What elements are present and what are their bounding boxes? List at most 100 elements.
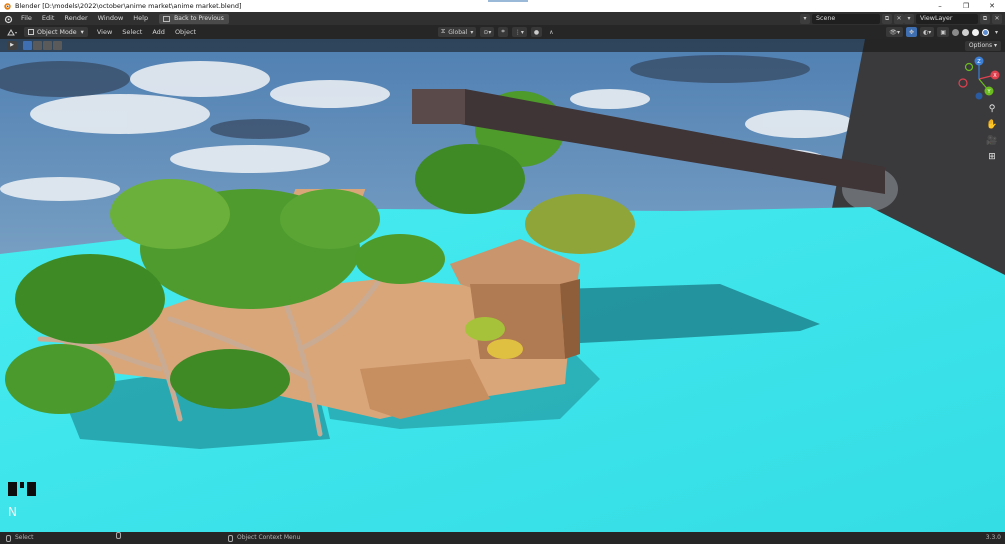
maximize-button[interactable]: ❐ (953, 0, 979, 12)
menu-file[interactable]: File (16, 12, 37, 25)
gizmo-neg-x-icon[interactable] (958, 78, 968, 88)
gizmo-z-label: Z (977, 59, 981, 65)
navigation-gizmo[interactable]: Z X Y (955, 55, 1003, 103)
wireframe-shading-icon[interactable] (951, 28, 959, 36)
chevron-down-icon: ▾ (994, 28, 998, 36)
scene-selector: ▾ Scene ⧉ ✕ (798, 13, 904, 24)
gizmo-toggle[interactable]: ✥ (906, 27, 918, 37)
title-accent (488, 0, 528, 2)
view-layer-name-field[interactable]: ViewLayer (916, 13, 978, 24)
viewport-header: Object Mode ▾ View Select Add Object ⧖ G… (0, 25, 1005, 39)
rendered-shading-icon[interactable] (981, 28, 989, 36)
remove-view-layer-icon[interactable]: ✕ (992, 13, 1002, 24)
orientation-icon: ⧖ (441, 28, 446, 35)
orientation-dropdown[interactable]: ⧖ Global ▾ (438, 27, 477, 37)
status-context-menu: Object Context Menu (228, 532, 300, 544)
header-menu-object[interactable]: Object (170, 25, 201, 39)
viewport-overlay-marks (8, 482, 36, 496)
header-menu-select[interactable]: Select (117, 25, 147, 39)
gizmo-neg-y-icon[interactable] (964, 62, 974, 72)
screen-icon (163, 15, 171, 22)
mouse-left-icon (6, 534, 11, 542)
mouse-middle-icon (116, 532, 121, 539)
viewport-navigation-buttons: ⚲ ✋ 🎥 ⊞ (985, 103, 1001, 163)
back-to-previous-button[interactable]: Back to Previous (159, 13, 229, 24)
pivot-point-dropdown[interactable]: ⊙▾ (480, 27, 495, 37)
close-button[interactable]: ✕ (979, 0, 1005, 12)
select-subtract-icon[interactable] (43, 41, 52, 50)
gizmo-neg-z-icon[interactable] (975, 92, 983, 100)
zoom-icon[interactable]: ⚲ (985, 103, 999, 115)
rendered-scene (0, 39, 1005, 532)
grid-perspective-icon[interactable]: ⊞ (985, 151, 999, 163)
header-menu-view[interactable]: View (92, 25, 117, 39)
overlay-mark-2 (20, 482, 24, 488)
chevron-down-icon: ▾ (80, 28, 84, 36)
window-controls: – ❐ ✕ (927, 0, 1005, 12)
object-mode-label: Object Mode (37, 28, 77, 36)
status-bar: Select Object Context Menu 3.3.0 (0, 532, 1005, 544)
status-middle-mouse (116, 532, 125, 539)
status-select-label: Select (15, 534, 34, 541)
snap-icon: ⌗ (501, 28, 505, 35)
blender-logo-icon (4, 3, 11, 10)
view-layer-selector: ▾ ViewLayer ⧉ ✕ (902, 13, 1002, 24)
falloff-icon: ∧ (549, 28, 554, 36)
scene-icon[interactable]: ▾ (800, 13, 810, 24)
header-menu-add[interactable]: Add (147, 25, 170, 39)
select-invert-icon[interactable] (53, 41, 62, 50)
shading-options-dropdown[interactable]: ▾ (992, 27, 1001, 37)
chevron-down-icon: ▾ (470, 28, 474, 36)
window-title-bar: Blender [D:\models\2022\october\anime ma… (0, 0, 1005, 12)
overlays-icon: ◐▾ (923, 28, 932, 36)
camera-icon[interactable]: 🎥 (985, 135, 999, 147)
overlays-toggle[interactable]: ◐▾ (920, 27, 935, 37)
menu-render[interactable]: Render (59, 12, 92, 25)
eye-icon: 👁▾ (889, 28, 901, 36)
mouse-right-icon (228, 534, 233, 542)
tool-settings-row: ▶ Options ▾ (0, 39, 1005, 52)
snap-toggle[interactable]: ⌗ (498, 27, 508, 37)
options-dropdown[interactable]: Options ▾ (964, 41, 1001, 51)
falloff-dropdown[interactable]: ∧ (546, 27, 556, 37)
viewport-shading-tools: 👁▾ ✥ ◐▾ ▣ ▾ (886, 27, 1001, 37)
pan-hand-icon[interactable]: ✋ (985, 119, 999, 131)
status-context-menu-label: Object Context Menu (237, 534, 301, 541)
transform-tools: ⧖ Global ▾ ⊙▾ ⌗ ⋮▾ ● ∧ (438, 27, 556, 37)
3d-viewport[interactable] (0, 39, 1005, 532)
menu-edit[interactable]: Edit (37, 12, 60, 25)
object-mode-icon (28, 29, 34, 35)
solid-shading-icon[interactable] (961, 28, 969, 36)
scene-name-field[interactable]: Scene (812, 13, 880, 24)
blender-menu-icon[interactable] (0, 12, 16, 25)
pivot-icon: ⊙▾ (483, 28, 492, 36)
pin-scene-icon[interactable]: ⧉ (882, 13, 892, 24)
material-shading-icon[interactable] (971, 28, 979, 36)
visibility-dropdown[interactable]: 👁▾ (886, 27, 904, 37)
minimize-button[interactable]: – (927, 0, 953, 12)
view-layer-icon[interactable]: ▾ (904, 13, 914, 24)
back-to-previous-label: Back to Previous (174, 15, 224, 22)
menu-window[interactable]: Window (93, 12, 129, 25)
add-view-layer-icon[interactable]: ⧉ (980, 13, 990, 24)
select-extend-icon[interactable] (33, 41, 42, 50)
overlay-mark-3 (27, 482, 36, 496)
toolbar-toggle-icon[interactable]: ▶ (7, 41, 17, 50)
snap-target-dropdown[interactable]: ⋮▾ (511, 27, 527, 37)
xray-toggle[interactable]: ▣ (937, 27, 949, 37)
object-mode-dropdown[interactable]: Object Mode ▾ (24, 27, 88, 37)
gizmo-icon: ✥ (909, 28, 915, 36)
top-menu-bar: File Edit Render Window Help Back to Pre… (0, 12, 1005, 25)
select-new-icon[interactable] (23, 41, 32, 50)
proportional-editing-toggle[interactable]: ● (530, 27, 543, 37)
snap-target-icon: ⋮▾ (514, 28, 524, 36)
options-label: Options (968, 42, 993, 49)
blender-version: 3.3.0 (985, 534, 1001, 541)
selection-mode-buttons (23, 41, 62, 50)
window-title: Blender [D:\models\2022\october\anime ma… (15, 2, 242, 10)
proportional-icon: ● (533, 28, 540, 36)
editor-type-icon[interactable] (4, 27, 20, 37)
n-panel-hint: N (8, 505, 17, 519)
menu-help[interactable]: Help (128, 12, 153, 25)
gizmo-x-label: X (993, 73, 997, 79)
